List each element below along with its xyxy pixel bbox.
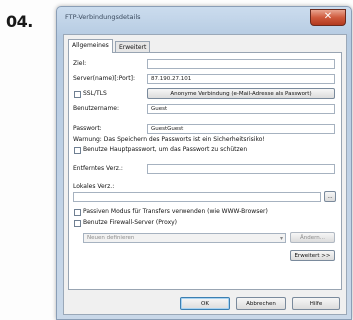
server-input[interactable]: 87.190.27.101 [147, 74, 335, 84]
passive-mode-label: Passiven Modus für Transfers verwenden (… [83, 208, 268, 215]
username-label: Benutzername: [73, 105, 120, 112]
ftp-connection-dialog: FTP-Verbindungsdetails ✕ Allgemeines Erw… [56, 6, 352, 320]
dialog-footer: OK Abbrechen Hilfe [64, 291, 346, 313]
master-password-label: Benutze Hauptpasswort, um das Passwort z… [83, 146, 248, 153]
firewall-label: Benutze Firewall-Server (Proxy) [83, 219, 178, 226]
proxy-select[interactable]: Neuen definieren ▾ [83, 233, 286, 243]
local-dir-input[interactable] [73, 192, 321, 202]
browse-local-dir-button[interactable]: ... [324, 191, 336, 202]
remote-dir-label: Entferntes Verz.: [73, 165, 123, 172]
close-button[interactable]: ✕ [310, 9, 346, 26]
ssl-tls-label: SSL/TLS [83, 90, 107, 97]
title-bar[interactable]: FTP-Verbindungsdetails ✕ [57, 7, 351, 35]
ziel-input[interactable] [147, 59, 335, 69]
advanced-button[interactable]: Erweitert >> [290, 250, 335, 261]
firewall-checkbox[interactable] [74, 220, 81, 227]
ok-button[interactable]: OK [180, 297, 230, 310]
cancel-button[interactable]: Abbrechen [236, 297, 286, 310]
ssl-tls-checkbox[interactable] [74, 91, 81, 98]
help-button[interactable]: Hilfe [292, 297, 340, 310]
window-title: FTP-Verbindungsdetails [65, 13, 141, 21]
close-icon: ✕ [323, 11, 333, 22]
proxy-select-value: Neuen definieren [87, 235, 135, 241]
tab-allgemeines[interactable]: Allgemeines [68, 39, 113, 53]
general-tab-panel: Ziel: Server(name)[:Port]: 87.190.27.101… [68, 52, 342, 290]
step-number: 04. [6, 12, 33, 31]
chevron-down-icon: ▾ [279, 235, 283, 242]
server-label: Server(name)[:Port]: [73, 75, 135, 82]
anonymous-connection-button[interactable]: Anonyme Verbindung (e-Mail-Adresse als P… [147, 88, 335, 99]
password-warning: Warnung: Das Speichern des Passworts ist… [73, 136, 265, 143]
password-input[interactable]: GuestGuest [147, 124, 335, 134]
proxy-edit-button[interactable]: Ändern... [290, 232, 335, 243]
username-input[interactable]: Guest [147, 104, 335, 114]
ziel-label: Ziel: [73, 60, 87, 67]
local-dir-label: Lokales Verz.: [73, 183, 115, 190]
password-label: Passwort: [73, 125, 102, 132]
dialog-client-area: Allgemeines Erweitert Ziel: Server(name)… [63, 34, 347, 315]
master-password-checkbox[interactable] [74, 147, 81, 154]
remote-dir-input[interactable] [147, 164, 335, 174]
passive-mode-checkbox[interactable] [74, 209, 81, 216]
